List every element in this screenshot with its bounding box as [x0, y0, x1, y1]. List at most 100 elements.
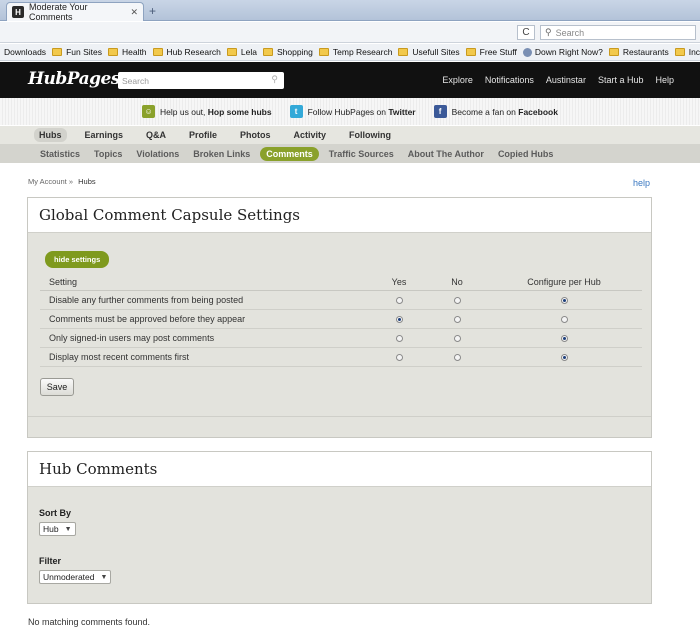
breadcrumb-current: Hubs: [78, 177, 96, 186]
sub-tab[interactable]: About The Author: [408, 149, 484, 159]
hop-hubs-link[interactable]: ☺ Help us out, Hop some hubs: [142, 105, 272, 118]
radio-configure[interactable]: [560, 315, 568, 323]
main-tab[interactable]: Photos: [235, 128, 276, 142]
hide-settings-button[interactable]: hide settings: [45, 251, 110, 268]
twitter-link[interactable]: t Follow HubPages on Twitter: [289, 105, 416, 118]
hub-comments-panel: Hub Comments Sort By Hub ▼ Filter Unmode…: [27, 451, 652, 604]
site-header: HubPages Search ⚲ Explore Notifications Au…: [0, 62, 700, 98]
panel-title: Hub Comments: [28, 452, 651, 487]
top-nav-item[interactable]: Austinstar: [546, 75, 586, 85]
top-nav-item[interactable]: Notifications: [485, 75, 534, 85]
empty-message: No matching comments found.: [28, 617, 151, 627]
search-icon: ⚲: [545, 27, 552, 37]
radio-no[interactable]: [453, 334, 461, 342]
global-settings-panel: Global Comment Capsule Settings hide set…: [27, 197, 652, 438]
bookmark-label: Shopping: [276, 47, 313, 57]
tab-title: Moderate Your Comments: [29, 2, 88, 22]
sub-tab[interactable]: Comments: [260, 146, 319, 161]
bookmark-item[interactable]: Lela: [226, 47, 257, 57]
folder-icon: [226, 48, 237, 56]
hop-bold: Hop some hubs: [207, 106, 272, 117]
top-nav: Explore Notifications Austinstar Start a Hu…: [430, 75, 674, 85]
browser-search-input[interactable]: ⚲ Search: [540, 25, 696, 40]
setting-cell-configure: [486, 347, 642, 367]
setting-cell-configure: [486, 290, 642, 310]
radio-no[interactable]: [453, 296, 461, 304]
sub-tabs: Statistics Topics Violations Broken Links Co…: [0, 144, 700, 163]
radio-yes[interactable]: [395, 315, 403, 323]
bookmark-item[interactable]: Downloads: [4, 47, 46, 57]
radio-configure[interactable]: [560, 353, 568, 361]
top-nav-item[interactable]: Help: [655, 75, 674, 85]
top-nav-item[interactable]: Start a Hub: [598, 75, 644, 85]
site-search-input[interactable]: Search ⚲: [118, 72, 284, 89]
bookmark-item[interactable]: Shopping: [262, 47, 313, 57]
bookmark-label: Temp Research: [332, 47, 393, 57]
folder-icon: [262, 48, 273, 56]
sort-by-select[interactable]: Hub ▼: [39, 522, 76, 536]
radio-configure[interactable]: [560, 296, 568, 304]
promo-strip: ☺ Help us out, Hop some hubs t Follow Hu…: [0, 98, 700, 125]
bookmark-item[interactable]: Free Stuff: [465, 47, 517, 57]
bookmark-item[interactable]: Health: [107, 47, 147, 57]
bookmark-item[interactable]: Restaurants: [608, 47, 669, 57]
folder-icon: [107, 48, 118, 56]
save-button[interactable]: Save: [40, 378, 74, 396]
filter-label: Filter: [39, 556, 62, 566]
main-tab[interactable]: Q&A: [141, 128, 171, 142]
main-tab[interactable]: Profile: [184, 128, 222, 142]
hubpages-logo[interactable]: HubPages: [28, 69, 120, 89]
twitter-bold: Twitter: [388, 106, 416, 117]
filter-select[interactable]: Unmoderated ▼: [39, 570, 112, 584]
folder-icon: [674, 48, 685, 56]
sub-tab[interactable]: Broken Links: [193, 149, 250, 159]
top-nav-item[interactable]: Explore: [442, 75, 473, 85]
search-icon[interactable]: ⚲: [271, 74, 278, 85]
radio-yes[interactable]: [395, 296, 403, 304]
bookmark-label: Downloads: [4, 47, 47, 57]
column-header-configure: Configure per Hub: [486, 275, 642, 291]
main-tab[interactable]: Earnings: [80, 128, 129, 142]
breadcrumb-parent[interactable]: My Account »: [28, 177, 73, 186]
column-header-setting: Setting: [40, 275, 370, 291]
sub-tab[interactable]: Traffic Sources: [329, 149, 394, 159]
bookmark-item[interactable]: Income sites: [674, 47, 700, 57]
radio-configure[interactable]: [560, 334, 568, 342]
radio-yes[interactable]: [395, 334, 403, 342]
main-tab[interactable]: Following: [344, 128, 396, 142]
bookmark-item[interactable]: Hub Research: [152, 47, 221, 57]
reload-button[interactable]: C: [517, 25, 535, 40]
facebook-text: Become a fan on: [451, 106, 516, 117]
bookmark-label: Usefull Sites: [412, 47, 460, 57]
sub-tab[interactable]: Copied Hubs: [498, 149, 554, 159]
sub-tab[interactable]: Topics: [94, 149, 122, 159]
close-tab-icon[interactable]: ✕: [130, 7, 138, 18]
setting-cell-yes: [370, 309, 428, 329]
settings-table: Setting Yes No Configure per Hub Disable…: [40, 275, 642, 367]
sub-tab[interactable]: Statistics: [40, 149, 80, 159]
sub-tab[interactable]: Violations: [136, 149, 179, 159]
chevron-down-icon: ▼: [64, 525, 72, 533]
facebook-link[interactable]: f Become a fan on Facebook: [433, 105, 558, 118]
bookmark-item[interactable]: Temp Research: [318, 47, 393, 57]
bookmark-item[interactable]: Fun Sites: [52, 47, 102, 57]
main-tab[interactable]: Activity: [289, 128, 332, 142]
breadcrumb: My Account » Hubs: [28, 177, 96, 186]
radio-no[interactable]: [453, 315, 461, 323]
browser-tab[interactable]: H Moderate Your Comments ✕: [6, 2, 144, 22]
new-tab-button[interactable]: +: [149, 4, 156, 18]
main-tab[interactable]: Hubs: [34, 128, 67, 142]
radio-no[interactable]: [453, 353, 461, 361]
bookmark-item[interactable]: Down Right Now?: [522, 47, 603, 57]
folder-icon: [318, 48, 329, 56]
hubpages-favicon-icon: H: [12, 6, 24, 18]
hop-text: Help us out,: [160, 106, 206, 117]
setting-cell-no: [428, 347, 486, 367]
setting-label: Comments must be approved before they ap…: [40, 309, 370, 329]
bookmark-item[interactable]: Usefull Sites: [398, 47, 460, 57]
column-header-yes: Yes: [370, 275, 428, 291]
setting-cell-no: [428, 309, 486, 329]
help-link[interactable]: help: [633, 178, 650, 188]
radio-yes[interactable]: [395, 353, 403, 361]
bookmark-label: Income sites: [688, 47, 700, 57]
